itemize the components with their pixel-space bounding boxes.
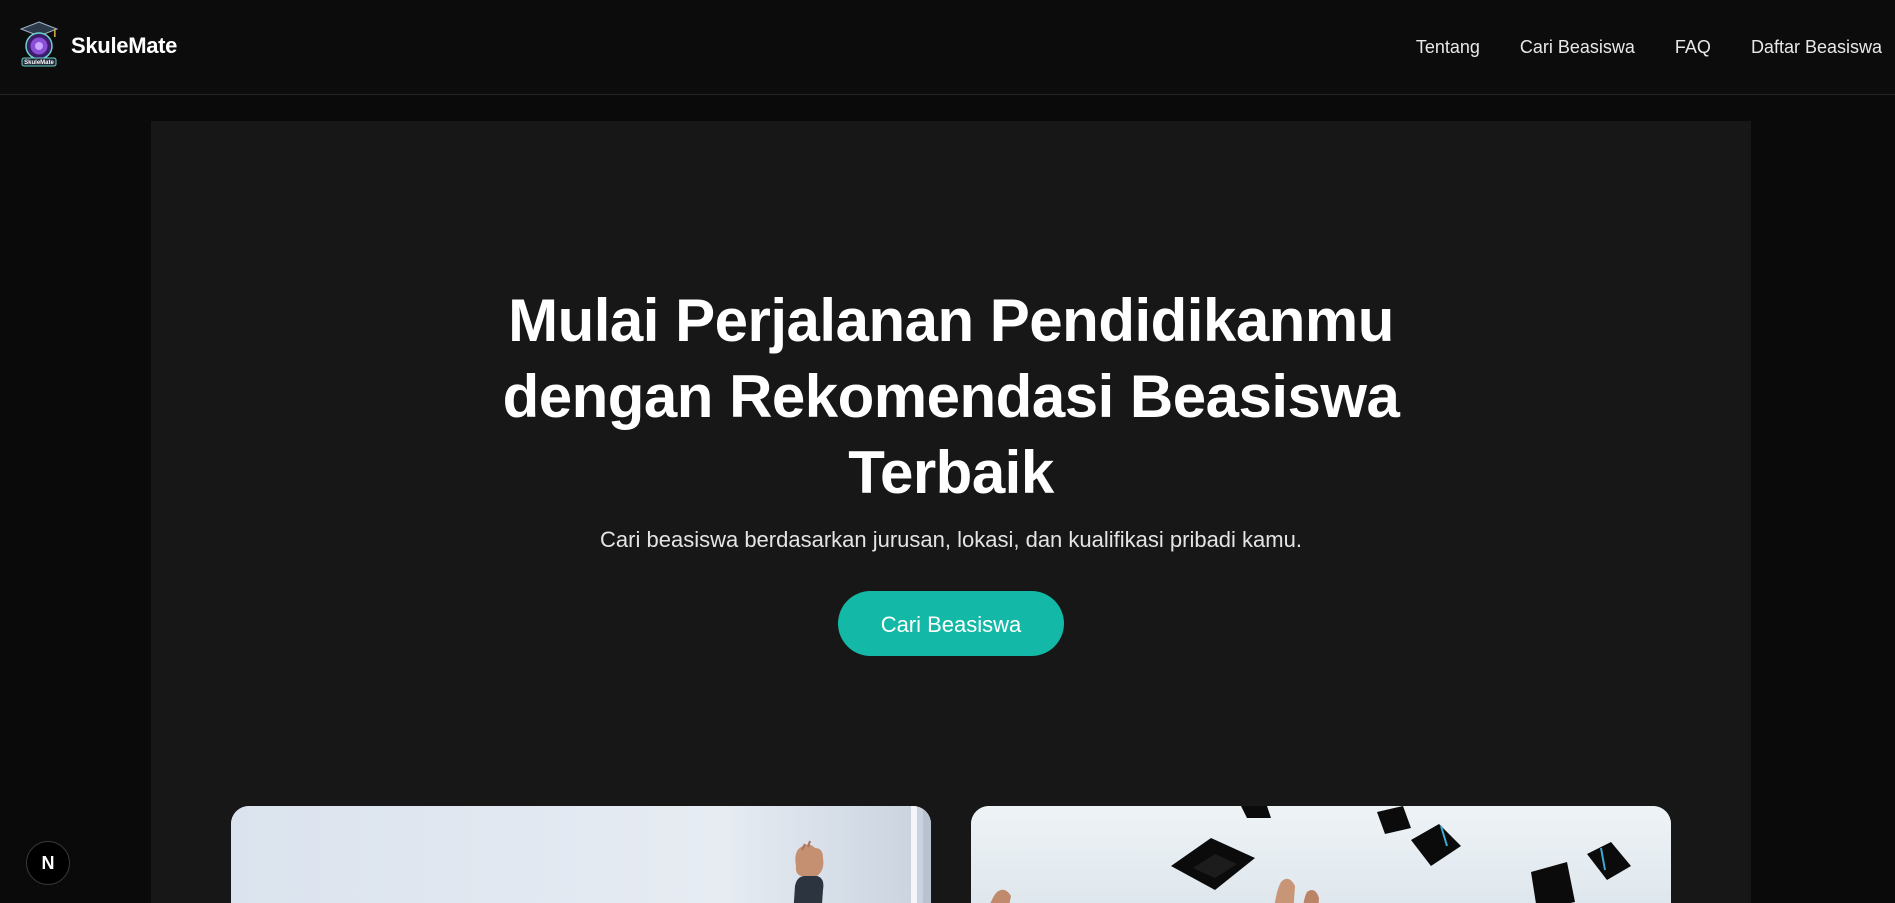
brand-home-link[interactable]: SkuleMate SkuleMate xyxy=(19,20,177,72)
hero-title-line-3: Terbaik xyxy=(848,439,1054,506)
search-scholarship-button[interactable]: Cari Beasiswa xyxy=(838,591,1064,656)
logo-text: SkuleMate xyxy=(24,60,54,66)
nav-link-cari-beasiswa[interactable]: Cari Beasiswa xyxy=(1520,37,1635,58)
top-navbar: SkuleMate SkuleMate Tentang Cari Beasisw… xyxy=(0,0,1895,95)
main-nav: Tentang Cari Beasiswa FAQ Daftar Beasisw… xyxy=(1416,0,1882,95)
hero-subtitle: Cari beasiswa berdasarkan jurusan, lokas… xyxy=(600,527,1302,552)
hero-section: Mulai Perjalanan Pendidikanmu dengan Rek… xyxy=(151,121,1751,903)
brand-name: SkuleMate xyxy=(71,33,178,58)
nextjs-dev-indicator-icon[interactable]: N xyxy=(26,841,70,885)
nav-link-tentang[interactable]: Tentang xyxy=(1416,37,1480,58)
graduation-cap-logo-icon: SkuleMate xyxy=(19,21,59,67)
hero-title: Mulai Perjalanan Pendidikanmu dengan Rek… xyxy=(151,283,1751,511)
dev-badge-label: N xyxy=(41,852,55,873)
hero-title-line-1: Mulai Perjalanan Pendidikanmu xyxy=(508,287,1394,354)
hero-title-line-2: dengan Rekomendasi Beasiswa xyxy=(502,363,1400,430)
nav-link-faq[interactable]: FAQ xyxy=(1675,37,1711,58)
nav-link-daftar-beasiswa[interactable]: Daftar Beasiswa xyxy=(1751,37,1882,58)
student-raising-fist-photo xyxy=(231,806,931,903)
graduation-caps-thrown-photo xyxy=(971,806,1671,903)
